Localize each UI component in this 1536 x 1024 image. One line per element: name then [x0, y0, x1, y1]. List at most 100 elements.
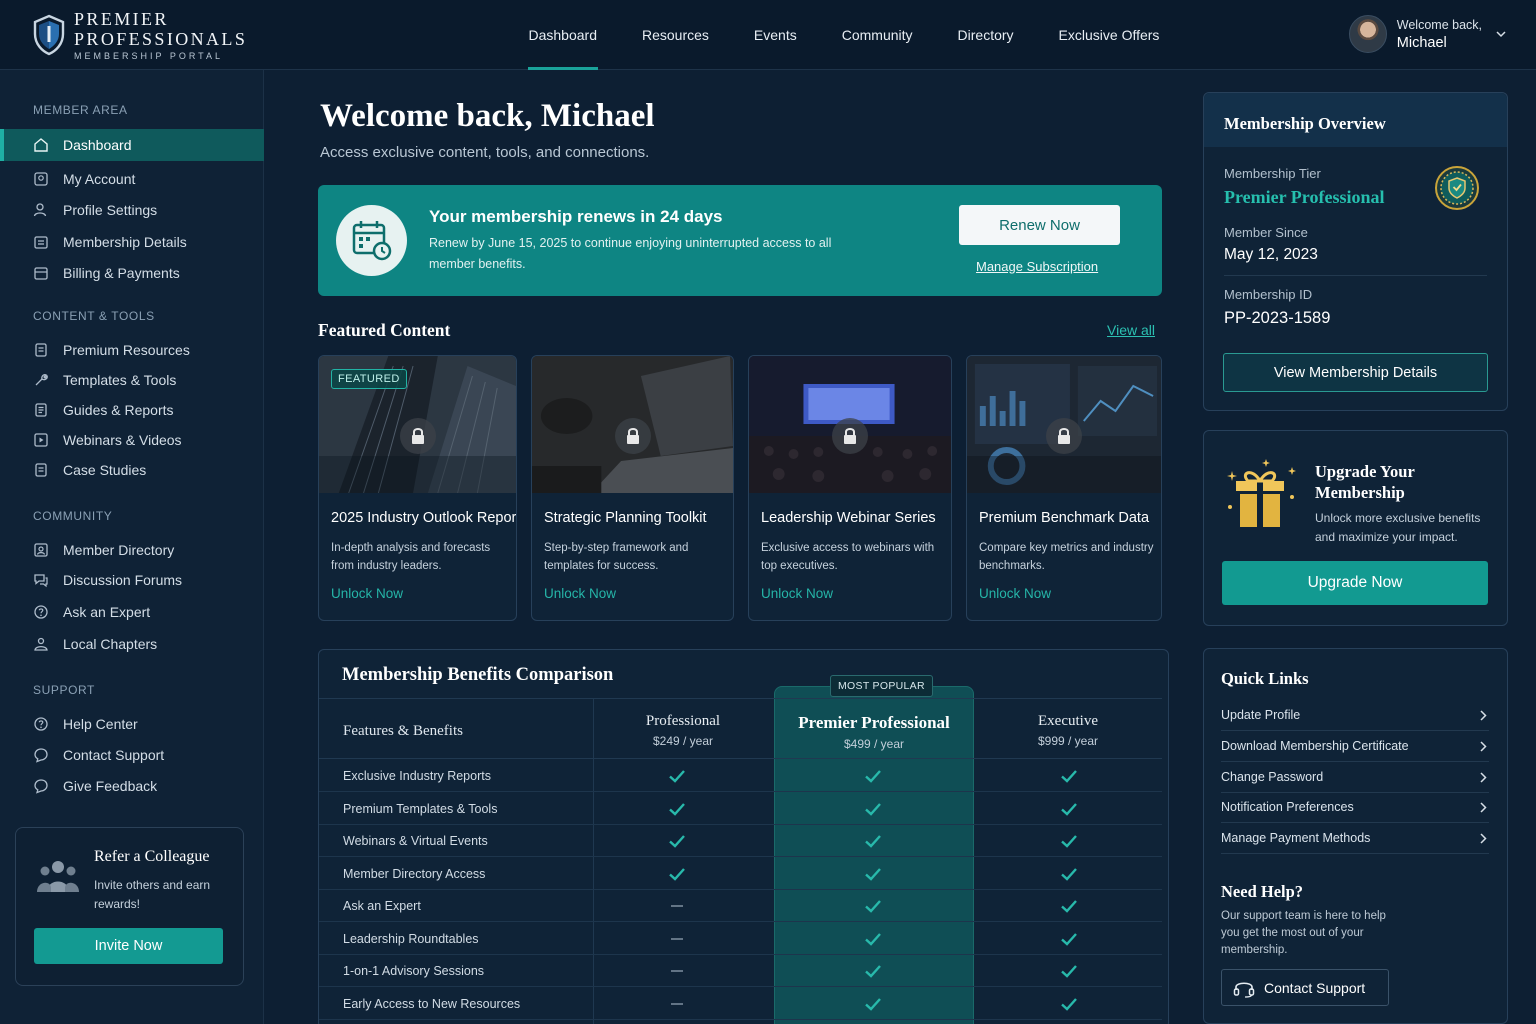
sidebar-item-label: Give Feedback	[63, 778, 158, 794]
feature-label: Webinars & Virtual Events	[343, 834, 488, 848]
nav-resources[interactable]: Resources	[620, 0, 732, 70]
sidebar-item-guides-reports[interactable]: Guides & Reports	[0, 395, 264, 425]
comparison-row: 1-on-1 Advisory Sessions	[319, 955, 1162, 987]
sidebar-item-local-chapters[interactable]: Local Chapters	[0, 629, 264, 659]
check-icon	[1061, 802, 1077, 816]
plan-premier-professional: Premier Professional $499 / year	[774, 713, 974, 751]
lock-icon	[832, 418, 868, 454]
contact-support-button[interactable]: Contact Support	[1221, 969, 1389, 1006]
dash-icon	[671, 1002, 683, 1005]
account-icon	[34, 172, 48, 186]
unlock-now-link[interactable]: Unlock Now	[761, 586, 833, 601]
nav-events[interactable]: Events	[731, 0, 819, 70]
sidebar-item-my-account[interactable]: My Account	[0, 164, 264, 194]
sidebar-item-case-studies[interactable]: Case Studies	[0, 455, 264, 485]
contact-support-label: Contact Support	[1264, 979, 1366, 996]
feature-label: Premium Templates & Tools	[343, 801, 498, 816]
most-popular-badge: MOST POPULAR	[830, 675, 933, 697]
check-icon	[865, 835, 881, 848]
sidebar-item-label: Member Directory	[63, 542, 175, 558]
comparison-row: Leadership Roundtables	[319, 923, 1162, 955]
sidebar-heading-content-tools: CONTENT & TOOLS	[33, 309, 155, 323]
quick-link-item[interactable]: Change Password	[1221, 762, 1489, 793]
brand-name-line1: PREMIER	[74, 8, 169, 29]
sidebar-item-help-center[interactable]: Help Center	[0, 709, 264, 739]
renewal-banner: Your membership renews in 24 days Renew …	[318, 185, 1162, 296]
comparison-title: Membership Benefits Comparison	[342, 665, 614, 685]
sidebar-item-contact-support[interactable]: Contact Support	[0, 740, 264, 770]
shield-logo-icon	[33, 14, 65, 56]
view-all-link[interactable]: View all	[1107, 322, 1155, 338]
sidebar-item-membership-details[interactable]: Membership Details	[0, 227, 264, 257]
sidebar-item-billing-payments[interactable]: Billing & Payments	[0, 258, 264, 288]
quick-link-label: Update Profile	[1221, 708, 1301, 722]
home-icon	[34, 138, 48, 152]
sidebar-item-ask-an-expert[interactable]: Ask an Expert	[0, 597, 264, 627]
comparison-row: Ask an Expert	[319, 890, 1162, 922]
invite-now-button[interactable]: Invite Now	[34, 928, 223, 964]
user-gear-icon	[33, 203, 47, 217]
lock-icon	[615, 418, 651, 454]
unlock-now-link[interactable]: Unlock Now	[331, 586, 403, 601]
sidebar-item-give-feedback[interactable]: Give Feedback	[0, 771, 264, 801]
check-icon	[865, 770, 881, 783]
sidebar-item-label: Case Studies	[63, 462, 147, 478]
nav-community[interactable]: Community	[819, 0, 935, 70]
unlock-now-link[interactable]: Unlock Now	[544, 586, 616, 601]
chevron-right-icon	[1480, 741, 1487, 752]
nav-dashboard[interactable]: Dashboard	[506, 0, 620, 70]
brand-logo[interactable]: PREMIER PROFESSIONALS MEMBERSHIP PORTAL	[32, 10, 247, 60]
dash-icon	[671, 970, 683, 972]
check-icon	[865, 932, 881, 946]
user-menu[interactable]: Welcome back, Michael	[1348, 15, 1506, 53]
nav-exclusive-offers[interactable]: Exclusive Offers	[1036, 0, 1182, 70]
feature-label: Exclusive Industry Reports	[343, 769, 491, 783]
upgrade-now-button[interactable]: Upgrade Now	[1222, 561, 1488, 605]
sidebar-item-webinars-videos[interactable]: Webinars & Videos	[0, 425, 264, 455]
check-icon	[1061, 932, 1077, 946]
quick-links-title: Quick Links	[1221, 669, 1309, 688]
lock-icon	[400, 418, 436, 454]
sidebar-item-dashboard[interactable]: Dashboard	[0, 129, 264, 161]
content-card[interactable]: Leadership Webinar Series Exclusive acce…	[748, 355, 952, 621]
sidebar-item-label: Ask an Expert	[63, 604, 151, 620]
manage-subscription-link[interactable]: Manage Subscription	[976, 259, 1098, 274]
quick-link-item[interactable]: Notification Preferences	[1221, 792, 1489, 824]
card-title: Premium Benchmark Data	[979, 510, 1150, 526]
chevron-right-icon	[1480, 772, 1487, 783]
sidebar-item-templates-tools[interactable]: Templates & Tools	[0, 365, 264, 395]
content-card[interactable]: Premium Benchmark Data Compare key metri…	[966, 355, 1162, 621]
content-card[interactable]: Strategic Planning Toolkit Step-by-step …	[531, 355, 734, 621]
check-icon	[669, 835, 685, 848]
check-icon	[669, 867, 685, 881]
user-greeting: Welcome back,	[1396, 17, 1482, 32]
comparison-row: Premium Templates & Tools	[319, 793, 1162, 825]
sidebar-item-label: Webinars & Videos	[63, 432, 182, 448]
sidebar-item-member-directory[interactable]: Member Directory	[0, 535, 264, 565]
chat-icon	[34, 748, 48, 763]
chevron-right-icon	[1480, 710, 1487, 721]
plan-price: $249 / year	[652, 734, 714, 748]
card-description: In-depth analysis and forecasts from ind…	[331, 542, 491, 572]
page-subtitle: Access exclusive content, tools, and con…	[320, 144, 650, 161]
comparison-row: Webinars & Virtual Events	[319, 825, 1162, 857]
sidebar-item-label: Contact Support	[63, 747, 165, 763]
view-membership-details-button[interactable]: View Membership Details	[1223, 353, 1488, 392]
check-icon	[1061, 867, 1077, 881]
sidebar-item-premium-resources[interactable]: Premium Resources	[0, 335, 264, 365]
quick-link-item[interactable]: Manage Payment Methods	[1221, 823, 1489, 855]
content-card[interactable]: FEATURED 2025 Industry Outlook Report In…	[318, 355, 517, 621]
sidebar-item-profile-settings[interactable]: Profile Settings	[0, 195, 264, 225]
feedback-icon	[34, 779, 48, 794]
sidebar-item-discussion-forums[interactable]: Discussion Forums	[0, 565, 264, 595]
check-icon	[1061, 997, 1077, 1011]
nav-directory[interactable]: Directory	[935, 0, 1036, 70]
unlock-now-link[interactable]: Unlock Now	[979, 586, 1051, 601]
benefits-comparison-table: Membership Benefits Comparison MOST POPU…	[318, 649, 1169, 1024]
feature-label: Early Access to New Resources	[343, 996, 521, 1011]
renew-now-button[interactable]: Renew Now	[959, 205, 1120, 245]
quick-link-item[interactable]: Download Membership Certificate	[1221, 731, 1489, 762]
sidebar-item-label: Profile Settings	[63, 202, 158, 218]
quick-link-item[interactable]: Update Profile	[1221, 700, 1489, 731]
membership-id-label: Membership ID	[1224, 287, 1313, 302]
